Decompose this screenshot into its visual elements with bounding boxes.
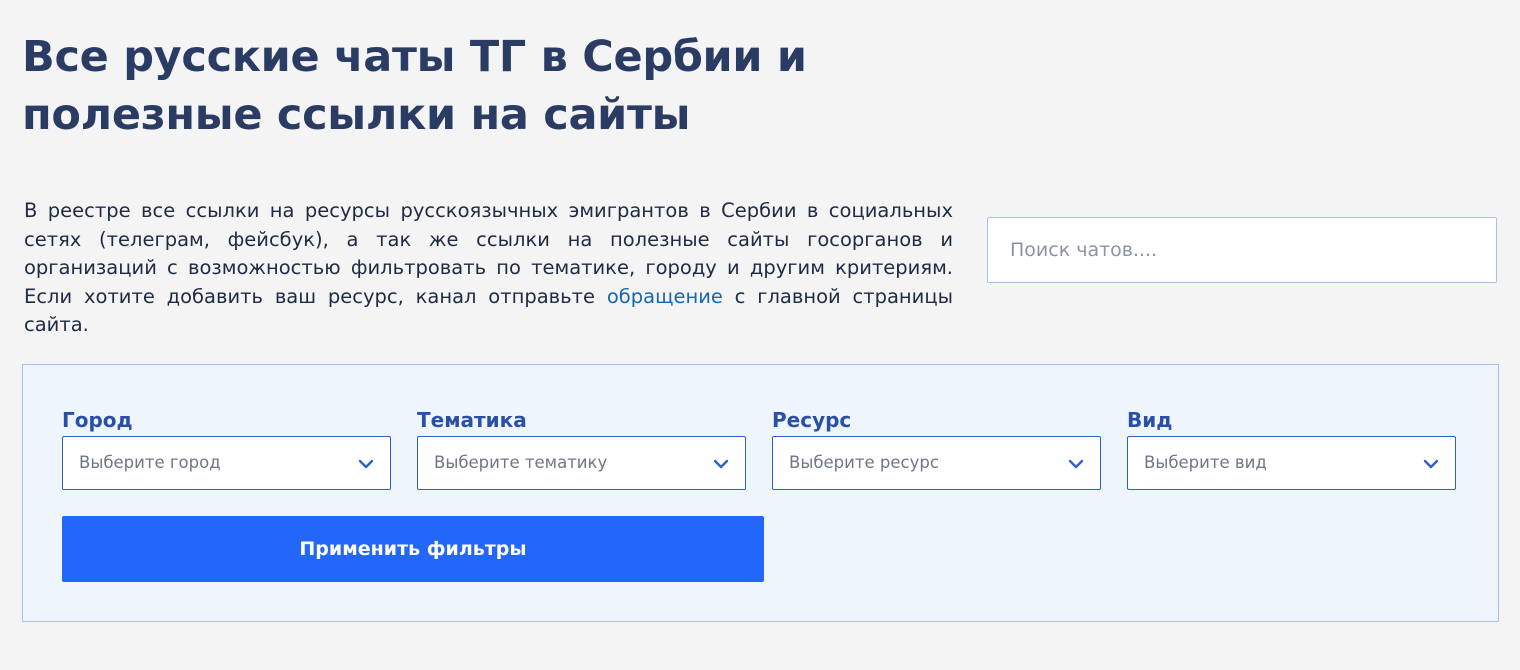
resource-select[interactable]: Выберите ресурс <box>772 436 1101 490</box>
filter-label-type: Вид <box>1127 408 1173 432</box>
chevron-down-icon <box>358 459 374 469</box>
city-select[interactable]: Выберите город <box>62 436 391 490</box>
appeal-link[interactable]: обращение <box>607 285 723 308</box>
chevron-down-icon <box>1423 459 1439 469</box>
city-select-placeholder: Выберите город <box>79 453 221 472</box>
type-select-placeholder: Выберите вид <box>1144 453 1267 472</box>
filter-city: Город Выберите город <box>62 407 391 490</box>
intro-paragraph: В реестре все ссылки на ресурсы русскояз… <box>24 197 953 340</box>
filter-panel: Город Выберите город Тематика Выберите т… <box>22 364 1499 622</box>
chevron-down-icon <box>713 459 729 469</box>
resource-select-placeholder: Выберите ресурс <box>789 453 939 472</box>
filter-label-topic: Тематика <box>417 408 527 432</box>
filter-type: Вид Выберите вид <box>1127 407 1456 490</box>
type-select[interactable]: Выберите вид <box>1127 436 1456 490</box>
page-title-line-2: полезные ссылки на сайты <box>22 90 691 140</box>
topic-select-placeholder: Выберите тематику <box>434 453 608 472</box>
search-box <box>987 217 1497 283</box>
search-input[interactable] <box>988 218 1496 282</box>
filter-label-city: Город <box>62 408 133 432</box>
page-title-line-1: Все русские чаты ТГ в Сербии и <box>22 32 807 82</box>
topic-select[interactable]: Выберите тематику <box>417 436 746 490</box>
apply-filters-button[interactable]: Применить фильтры <box>62 516 764 582</box>
filter-resource: Ресурс Выберите ресурс <box>772 407 1101 490</box>
page-title: Все русские чаты ТГ в Сербии и полезные … <box>22 28 922 144</box>
chevron-down-icon <box>1068 459 1084 469</box>
filter-topic: Тематика Выберите тематику <box>417 407 746 490</box>
filter-label-resource: Ресурс <box>772 408 852 432</box>
